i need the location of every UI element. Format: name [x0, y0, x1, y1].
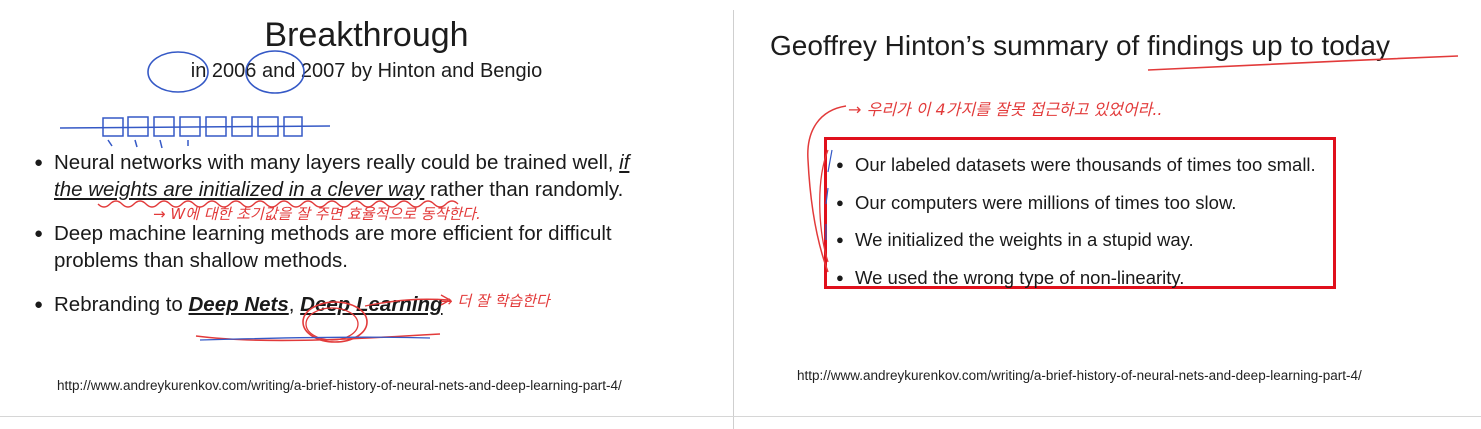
bullet-item: Our computers were millions of times too…: [836, 190, 1316, 228]
term-deep-nets: Deep Nets: [188, 293, 289, 316]
source-url[interactable]: http://www.andreykurenkov.com/writing/a-…: [57, 378, 622, 393]
term-separator: ,: [288, 293, 295, 316]
bullet-item: Deep machine learning methods are more e…: [34, 220, 634, 274]
bullet-text: rather than randomly.: [430, 178, 624, 201]
subtitle-year-2006: 2006: [211, 60, 257, 82]
source-url[interactable]: http://www.andreykurenkov.com/writing/a-…: [797, 368, 1362, 383]
slide-title: Breakthrough: [264, 16, 469, 54]
bullet-text: Deep machine learning methods are more e…: [54, 222, 612, 272]
bullet-text: Neural networks with many layers really …: [54, 151, 567, 174]
slide-title: Geoffrey Hinton’s summary of findings up…: [770, 30, 1390, 61]
bullet-item: We initialized the weights in a stupid w…: [836, 227, 1316, 265]
bullet-text: well,: [572, 151, 614, 174]
bullet-text: Rebranding to: [54, 293, 183, 316]
handwritten-note: → 우리가 이 4가지를 잘못 접근하고 있었어라..: [848, 100, 1163, 119]
page-divider: [0, 416, 1481, 417]
slide-subtitle: in 2006 and 2007 by Hinton and Bengio: [0, 60, 733, 83]
bullet-item: Neural networks with many layers really …: [34, 149, 634, 203]
subtitle-prefix: in: [190, 60, 207, 82]
subtitle-middle: and: [261, 60, 296, 82]
slide-hinton-summary: Geoffrey Hinton’s summary of findings up…: [736, 0, 1481, 416]
handwritten-note: → 더 잘 학습한다: [440, 292, 550, 310]
network-sketch: [59, 116, 331, 149]
bullet-item: We used the wrong type of non-linearity.: [836, 265, 1316, 303]
slide-breakthrough: Breakthrough in 2006 and 2007 by Hinton …: [0, 0, 733, 416]
underline-blue: [199, 336, 431, 341]
bullet-list: Our labeled datasets were thousands of t…: [836, 152, 1316, 302]
slide-divider: [733, 10, 734, 429]
bullet-item: Our labeled datasets were thousands of t…: [836, 152, 1316, 190]
term-deep-learning: Deep Learning: [300, 293, 443, 316]
subtitle-year-2007: 2007: [300, 60, 346, 82]
handwritten-note: → W에 대한 초기값을 잘 주면 효율적으로 동작한다.: [153, 205, 481, 223]
subtitle-suffix: by Hinton and Bengio: [350, 60, 543, 82]
